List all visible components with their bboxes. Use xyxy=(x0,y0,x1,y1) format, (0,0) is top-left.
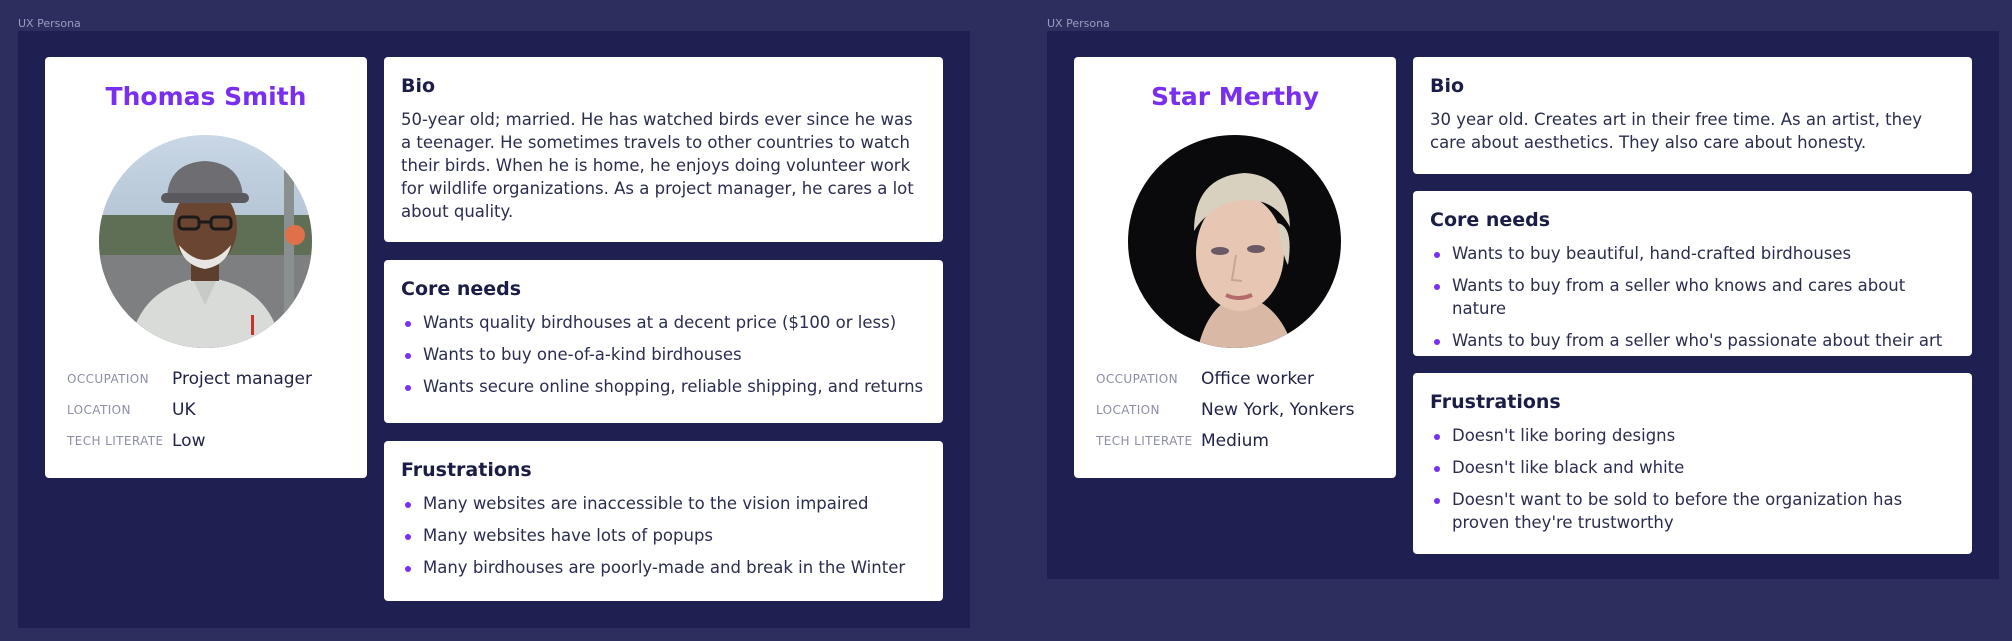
frustrations-list: Many websites are inaccessible to the vi… xyxy=(401,492,927,579)
attr-value: Project manager xyxy=(172,369,312,389)
persona-frame-star: Star Merthy OCCUPATION Office worker LOC… xyxy=(1047,31,1999,579)
list-item: Wants secure online shopping, reliable s… xyxy=(401,375,927,398)
frustrations-list: Doesn't like boring designs Doesn't like… xyxy=(1430,424,1956,534)
bio-title: Bio xyxy=(1430,75,1465,97)
attr-tech-literate: TECH LITERATE Medium xyxy=(1096,430,1386,452)
list-item: Wants to buy from a seller who knows and… xyxy=(1430,274,1956,320)
frame-label: UX Persona xyxy=(18,17,81,30)
attr-value: UK xyxy=(172,400,196,420)
frustrations-card: Frustrations Doesn't like boring designs… xyxy=(1413,373,1972,554)
attr-location: LOCATION New York, Yonkers xyxy=(1096,399,1386,421)
profile-card: Thomas Smith OCCUPATION Project manager … xyxy=(45,57,367,478)
profile-card: Star Merthy OCCUPATION Office worker LOC… xyxy=(1074,57,1396,478)
attr-value: Medium xyxy=(1201,431,1269,451)
persona-frame-thomas: Thomas Smith OCCUPATION Project manager … xyxy=(18,31,970,628)
list-item: Wants to buy from a seller who's passion… xyxy=(1430,329,1956,352)
persona-name: Star Merthy xyxy=(1150,82,1320,111)
attr-label: TECH LITERATE xyxy=(67,434,164,448)
attr-location: LOCATION UK xyxy=(67,399,357,421)
list-item: Doesn't like boring designs xyxy=(1430,424,1956,447)
list-item: Doesn't like black and white xyxy=(1430,456,1956,479)
core-needs-list: Wants quality birdhouses at a decent pri… xyxy=(401,311,927,398)
core-needs-list: Wants to buy beautiful, hand-crafted bir… xyxy=(1430,242,1956,352)
frustrations-card: Frustrations Many websites are inaccessi… xyxy=(384,441,943,601)
woman-portrait-photo xyxy=(1128,135,1341,348)
attr-label: TECH LITERATE xyxy=(1096,434,1193,448)
list-item: Many birdhouses are poorly-made and brea… xyxy=(401,556,927,579)
core-needs-card: Core needs Wants to buy beautiful, hand-… xyxy=(1413,191,1972,356)
avatar xyxy=(1128,135,1341,348)
attr-label: OCCUPATION xyxy=(67,372,150,386)
persona-name: Thomas Smith xyxy=(105,82,307,111)
attr-label: LOCATION xyxy=(1096,403,1160,417)
attr-label: OCCUPATION xyxy=(1096,372,1179,386)
bio-text: 30 year old. Creates art in their free t… xyxy=(1430,110,1923,152)
core-needs-title: Core needs xyxy=(1430,209,1551,231)
avatar xyxy=(99,135,312,348)
attr-value: New York, Yonkers xyxy=(1201,400,1355,420)
frustrations-title: Frustrations xyxy=(1430,391,1561,413)
list-item: Many websites are inaccessible to the vi… xyxy=(401,492,927,515)
frame-label: UX Persona xyxy=(1047,17,1110,30)
bio-card: Bio 30 year old. Creates art in their fr… xyxy=(1413,57,1972,174)
list-item: Wants to buy beautiful, hand-crafted bir… xyxy=(1430,242,1956,265)
attr-occupation: OCCUPATION Office worker xyxy=(1096,368,1386,390)
attr-label: LOCATION xyxy=(67,403,131,417)
frustrations-title: Frustrations xyxy=(401,459,532,481)
attr-tech-literate: TECH LITERATE Low xyxy=(67,430,357,452)
list-item: Doesn't want to be sold to before the or… xyxy=(1430,488,1956,534)
attr-value: Low xyxy=(172,431,206,451)
core-needs-title: Core needs xyxy=(401,278,522,300)
bio-title: Bio xyxy=(401,75,436,97)
attr-value: Office worker xyxy=(1201,369,1315,389)
list-item: Wants quality birdhouses at a decent pri… xyxy=(401,311,927,334)
attr-occupation: OCCUPATION Project manager xyxy=(67,368,357,390)
bio-card: Bio 50-year old; married. He has watched… xyxy=(384,57,943,242)
core-needs-card: Core needs Wants quality birdhouses at a… xyxy=(384,260,943,423)
man-portrait-photo xyxy=(99,135,312,348)
list-item: Many websites have lots of popups xyxy=(401,524,927,547)
bio-text: 50-year old; married. He has watched bir… xyxy=(401,110,914,221)
list-item: Wants to buy one-of-a-kind birdhouses xyxy=(401,343,927,366)
